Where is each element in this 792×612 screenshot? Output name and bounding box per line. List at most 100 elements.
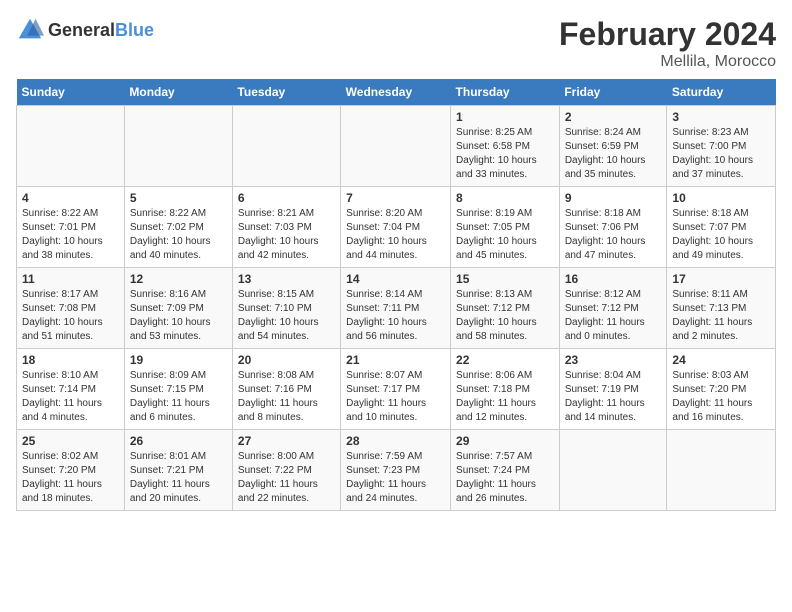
calendar-cell: 18 Sunrise: 8:10 AM Sunset: 7:14 PM Dayli… [17, 349, 125, 430]
calendar-cell [341, 106, 451, 187]
calendar-cell [232, 106, 340, 187]
day-number: 14 [346, 272, 445, 286]
calendar-cell: 13 Sunrise: 8:15 AM Sunset: 7:10 PM Dayli… [232, 268, 340, 349]
day-number: 28 [346, 434, 445, 448]
calendar-cell: 9 Sunrise: 8:18 AM Sunset: 7:06 PM Daylig… [559, 187, 667, 268]
weekday-header-cell: Wednesday [341, 79, 451, 106]
day-info: Sunrise: 8:06 AM Sunset: 7:18 PM Dayligh… [456, 369, 554, 425]
calendar-cell: 8 Sunrise: 8:19 AM Sunset: 7:05 PM Daylig… [451, 187, 560, 268]
day-info: Sunrise: 8:22 AM Sunset: 7:02 PM Dayligh… [130, 207, 227, 263]
weekday-header-row: SundayMondayTuesdayWednesdayThursdayFrid… [17, 79, 776, 106]
calendar-cell: 4 Sunrise: 8:22 AM Sunset: 7:01 PM Daylig… [17, 187, 125, 268]
weekday-header-cell: Friday [559, 79, 667, 106]
calendar-cell: 28 Sunrise: 7:59 AM Sunset: 7:23 PM Dayli… [341, 430, 451, 511]
calendar-cell: 15 Sunrise: 8:13 AM Sunset: 7:12 PM Dayli… [451, 268, 560, 349]
calendar-cell: 10 Sunrise: 8:18 AM Sunset: 7:07 PM Dayli… [667, 187, 776, 268]
calendar-week-row: 1 Sunrise: 8:25 AM Sunset: 6:58 PM Daylig… [17, 106, 776, 187]
day-number: 24 [672, 353, 770, 367]
calendar-cell: 24 Sunrise: 8:03 AM Sunset: 7:20 PM Dayli… [667, 349, 776, 430]
day-info: Sunrise: 8:03 AM Sunset: 7:20 PM Dayligh… [672, 369, 770, 425]
day-info: Sunrise: 8:14 AM Sunset: 7:11 PM Dayligh… [346, 288, 445, 344]
calendar-cell: 29 Sunrise: 7:57 AM Sunset: 7:24 PM Dayli… [451, 430, 560, 511]
day-number: 27 [238, 434, 335, 448]
calendar-cell: 3Sunrise: 8:23 AM Sunset: 7:00 PM Daylig… [667, 106, 776, 187]
day-info: Sunrise: 7:57 AM Sunset: 7:24 PM Dayligh… [456, 450, 554, 506]
calendar-cell: 17 Sunrise: 8:11 AM Sunset: 7:13 PM Dayli… [667, 268, 776, 349]
day-info: Sunrise: 8:22 AM Sunset: 7:01 PM Dayligh… [22, 207, 119, 263]
day-info: Sunrise: 8:18 AM Sunset: 7:07 PM Dayligh… [672, 207, 770, 263]
day-number: 12 [130, 272, 227, 286]
weekday-header-cell: Saturday [667, 79, 776, 106]
calendar-week-row: 4 Sunrise: 8:22 AM Sunset: 7:01 PM Daylig… [17, 187, 776, 268]
day-info: Sunrise: 8:20 AM Sunset: 7:04 PM Dayligh… [346, 207, 445, 263]
day-number: 9 [565, 191, 662, 205]
calendar-cell: 6Sunrise: 8:21 AM Sunset: 7:03 PM Daylig… [232, 187, 340, 268]
day-number: 15 [456, 272, 554, 286]
day-info: Sunrise: 8:12 AM Sunset: 7:12 PM Dayligh… [565, 288, 662, 344]
day-info: Sunrise: 8:21 AM Sunset: 7:03 PM Dayligh… [238, 207, 335, 263]
day-number: 1 [456, 110, 554, 124]
calendar-cell [559, 430, 667, 511]
day-info: Sunrise: 8:07 AM Sunset: 7:17 PM Dayligh… [346, 369, 445, 425]
calendar-week-row: 18 Sunrise: 8:10 AM Sunset: 7:14 PM Dayli… [17, 349, 776, 430]
day-number: 22 [456, 353, 554, 367]
calendar-body: 1 Sunrise: 8:25 AM Sunset: 6:58 PM Daylig… [17, 106, 776, 511]
calendar-cell: 22 Sunrise: 8:06 AM Sunset: 7:18 PM Dayli… [451, 349, 560, 430]
day-info: Sunrise: 8:04 AM Sunset: 7:19 PM Dayligh… [565, 369, 662, 425]
calendar-cell: 25 Sunrise: 8:02 AM Sunset: 7:20 PM Dayli… [17, 430, 125, 511]
day-number: 19 [130, 353, 227, 367]
page-header: GeneralBlue February 2024 Mellila, Moroc… [16, 16, 776, 71]
calendar-cell: 7Sunrise: 8:20 AM Sunset: 7:04 PM Daylig… [341, 187, 451, 268]
calendar-cell: 27 Sunrise: 8:00 AM Sunset: 7:22 PM Dayli… [232, 430, 340, 511]
calendar-week-row: 25 Sunrise: 8:02 AM Sunset: 7:20 PM Dayli… [17, 430, 776, 511]
day-number: 4 [22, 191, 119, 205]
weekday-header-cell: Tuesday [232, 79, 340, 106]
day-number: 13 [238, 272, 335, 286]
day-number: 25 [22, 434, 119, 448]
day-number: 26 [130, 434, 227, 448]
day-info: Sunrise: 8:10 AM Sunset: 7:14 PM Dayligh… [22, 369, 119, 425]
logo-blue: Blue [115, 20, 154, 40]
day-number: 17 [672, 272, 770, 286]
day-number: 18 [22, 353, 119, 367]
calendar-cell: 20 Sunrise: 8:08 AM Sunset: 7:16 PM Dayli… [232, 349, 340, 430]
day-number: 21 [346, 353, 445, 367]
day-info: Sunrise: 8:11 AM Sunset: 7:13 PM Dayligh… [672, 288, 770, 344]
calendar-cell [124, 106, 232, 187]
calendar-cell: 2Sunrise: 8:24 AM Sunset: 6:59 PM Daylig… [559, 106, 667, 187]
day-info: Sunrise: 8:13 AM Sunset: 7:12 PM Dayligh… [456, 288, 554, 344]
day-number: 5 [130, 191, 227, 205]
day-info: Sunrise: 8:02 AM Sunset: 7:20 PM Dayligh… [22, 450, 119, 506]
weekday-header-cell: Thursday [451, 79, 560, 106]
page-title: February 2024 [559, 16, 776, 53]
day-info: Sunrise: 8:00 AM Sunset: 7:22 PM Dayligh… [238, 450, 335, 506]
day-number: 29 [456, 434, 554, 448]
day-info: Sunrise: 8:09 AM Sunset: 7:15 PM Dayligh… [130, 369, 227, 425]
calendar-cell: 26 Sunrise: 8:01 AM Sunset: 7:21 PM Dayli… [124, 430, 232, 511]
day-info: Sunrise: 8:08 AM Sunset: 7:16 PM Dayligh… [238, 369, 335, 425]
day-info: Sunrise: 8:19 AM Sunset: 7:05 PM Dayligh… [456, 207, 554, 263]
day-info: Sunrise: 8:25 AM Sunset: 6:58 PM Dayligh… [456, 126, 554, 182]
day-number: 16 [565, 272, 662, 286]
day-info: Sunrise: 7:59 AM Sunset: 7:23 PM Dayligh… [346, 450, 445, 506]
day-number: 20 [238, 353, 335, 367]
calendar-table: SundayMondayTuesdayWednesdayThursdayFrid… [16, 79, 776, 511]
day-info: Sunrise: 8:17 AM Sunset: 7:08 PM Dayligh… [22, 288, 119, 344]
day-number: 10 [672, 191, 770, 205]
logo-general: General [48, 20, 115, 40]
calendar-cell: 19 Sunrise: 8:09 AM Sunset: 7:15 PM Dayli… [124, 349, 232, 430]
calendar-week-row: 11Sunrise: 8:17 AM Sunset: 7:08 PM Dayli… [17, 268, 776, 349]
calendar-cell: 23Sunrise: 8:04 AM Sunset: 7:19 PM Dayli… [559, 349, 667, 430]
day-number: 3 [672, 110, 770, 124]
page-subtitle: Mellila, Morocco [559, 53, 776, 71]
calendar-cell: 5 Sunrise: 8:22 AM Sunset: 7:02 PM Daylig… [124, 187, 232, 268]
day-info: Sunrise: 8:15 AM Sunset: 7:10 PM Dayligh… [238, 288, 335, 344]
day-number: 8 [456, 191, 554, 205]
day-info: Sunrise: 8:18 AM Sunset: 7:06 PM Dayligh… [565, 207, 662, 263]
logo: GeneralBlue [16, 16, 154, 44]
weekday-header-cell: Monday [124, 79, 232, 106]
calendar-cell: 1 Sunrise: 8:25 AM Sunset: 6:58 PM Daylig… [451, 106, 560, 187]
day-info: Sunrise: 8:01 AM Sunset: 7:21 PM Dayligh… [130, 450, 227, 506]
calendar-cell: 14 Sunrise: 8:14 AM Sunset: 7:11 PM Dayli… [341, 268, 451, 349]
calendar-cell [667, 430, 776, 511]
